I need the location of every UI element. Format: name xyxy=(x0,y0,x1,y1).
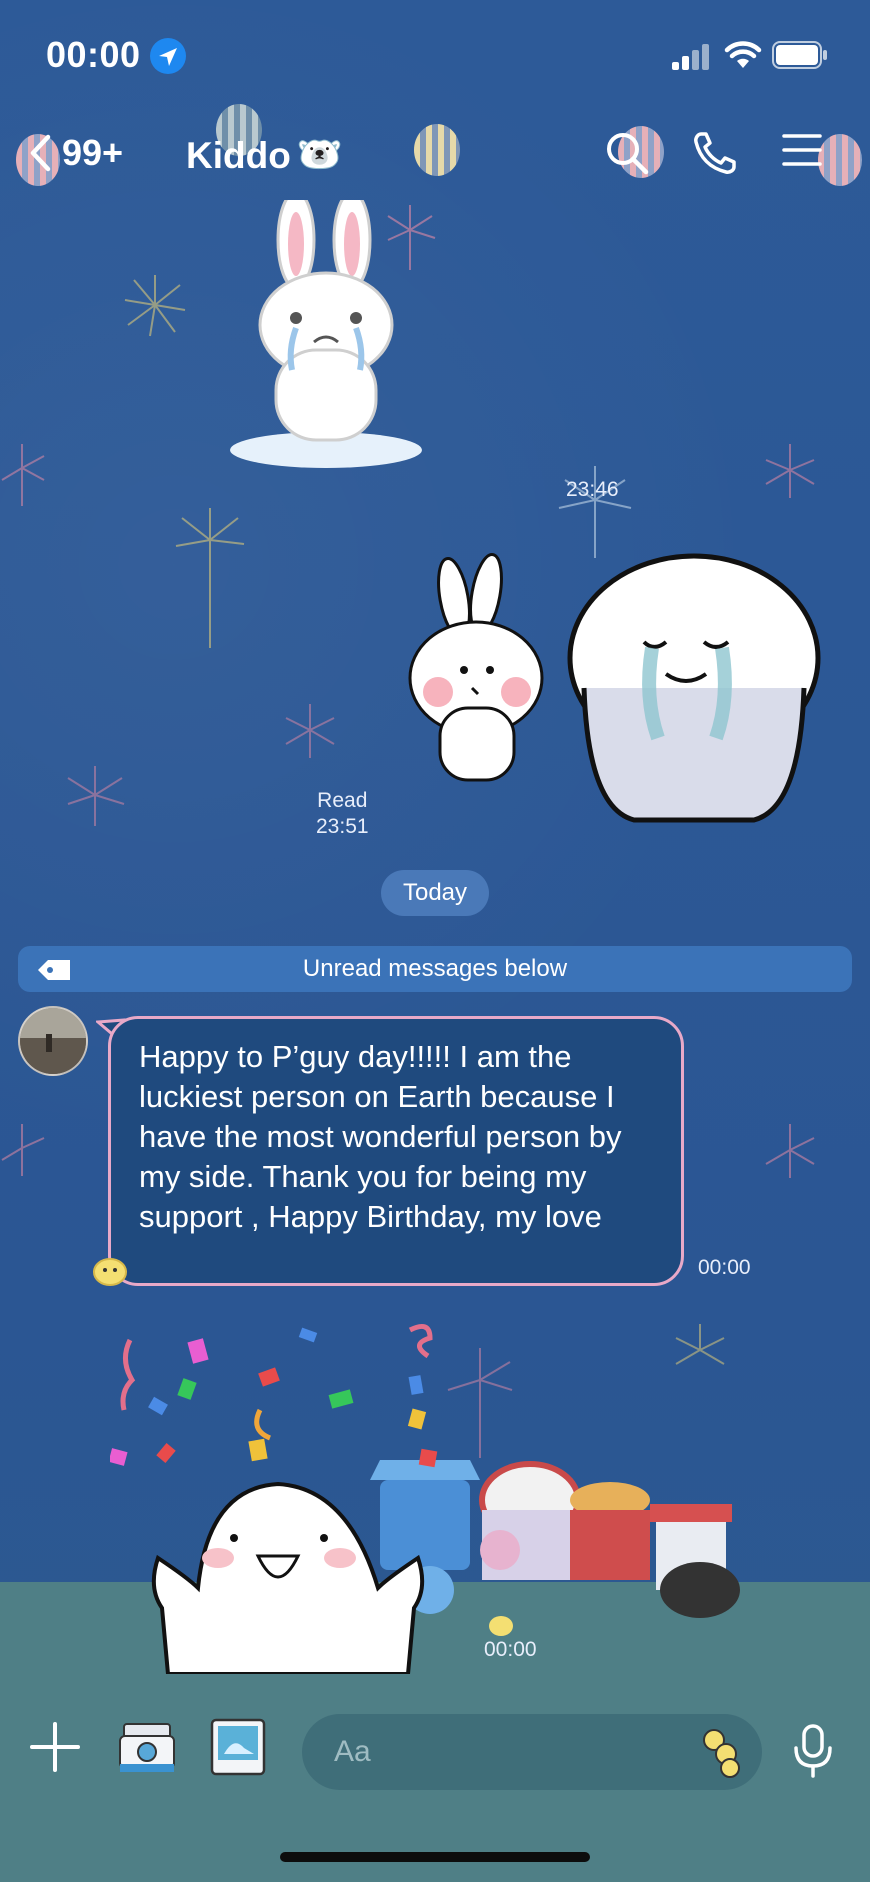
wifi-icon xyxy=(724,41,762,68)
location-arrow-icon xyxy=(150,38,186,74)
chat-title-text: Kiddo xyxy=(186,134,291,176)
sticker-timestamp: 23:46 xyxy=(566,478,619,501)
unread-count: 99+ xyxy=(62,132,124,173)
crying-friends-sticker[interactable] xyxy=(404,548,824,828)
sticker-icon[interactable] xyxy=(700,1728,744,1778)
read-receipt: Read 23:51 xyxy=(316,788,369,840)
plus-icon[interactable] xyxy=(30,1722,80,1772)
firework-decoration xyxy=(675,1324,725,1365)
back-button[interactable]: 99+ xyxy=(28,132,123,174)
unread-banner-text: Unread messages below xyxy=(302,955,568,982)
message-timestamp: 00:00 xyxy=(698,1256,751,1279)
chat-title[interactable]: Kiddo 🐻‍❄️ xyxy=(186,134,343,177)
confetti-decoration xyxy=(110,1323,438,1468)
firework-decoration xyxy=(124,275,186,337)
incoming-message-bubble[interactable]: Happy to P’guy day!!!!! I am the luckies… xyxy=(108,1016,684,1286)
read-label: Read xyxy=(317,789,368,812)
unread-messages-banner[interactable]: Unread messages below xyxy=(18,946,852,992)
message-text: Happy to P’guy day!!!!! I am the luckies… xyxy=(139,1039,622,1234)
celebrating-blob-sticker[interactable] xyxy=(148,1478,428,1674)
firework-decoration xyxy=(1,444,45,506)
message-input[interactable] xyxy=(302,1714,762,1790)
polar-bear-emoji: 🐻‍❄️ xyxy=(296,134,343,175)
chick-decoration xyxy=(489,1616,513,1636)
avatar-photo xyxy=(20,1008,86,1074)
menu-icon[interactable] xyxy=(782,130,822,170)
chat-header: 99+ Kiddo 🐻‍❄️ xyxy=(0,112,870,202)
microphone-icon[interactable] xyxy=(790,1724,836,1778)
home-indicator xyxy=(280,1852,590,1862)
firework-decoration xyxy=(765,1124,815,1178)
firework-decoration xyxy=(558,466,632,558)
firework-decoration xyxy=(285,704,335,758)
firework-decoration xyxy=(67,766,125,826)
chevron-left-icon xyxy=(30,134,51,172)
status-bar: 00:00 xyxy=(0,0,870,110)
crying-bunny-sticker[interactable] xyxy=(226,200,426,472)
tag-icon xyxy=(38,960,70,980)
battery-icon xyxy=(772,41,827,69)
firework-decoration xyxy=(1,1124,45,1176)
phone-icon[interactable] xyxy=(692,130,738,176)
date-divider: Today xyxy=(381,870,489,916)
message-input-bar xyxy=(0,1690,870,1810)
sticker-timestamp: 00:00 xyxy=(484,1638,537,1661)
status-time: 00:00 xyxy=(46,34,141,75)
photo-icon[interactable] xyxy=(210,1718,266,1776)
chick-decoration xyxy=(93,1258,127,1286)
firework-decoration xyxy=(765,444,815,498)
search-icon[interactable] xyxy=(604,130,650,176)
sticker-timestamp: 23:51 xyxy=(316,815,369,838)
camera-icon[interactable] xyxy=(118,1718,176,1776)
avatar[interactable] xyxy=(18,1006,88,1076)
cellular-signal-icon xyxy=(672,44,709,70)
firework-decoration xyxy=(175,508,245,648)
